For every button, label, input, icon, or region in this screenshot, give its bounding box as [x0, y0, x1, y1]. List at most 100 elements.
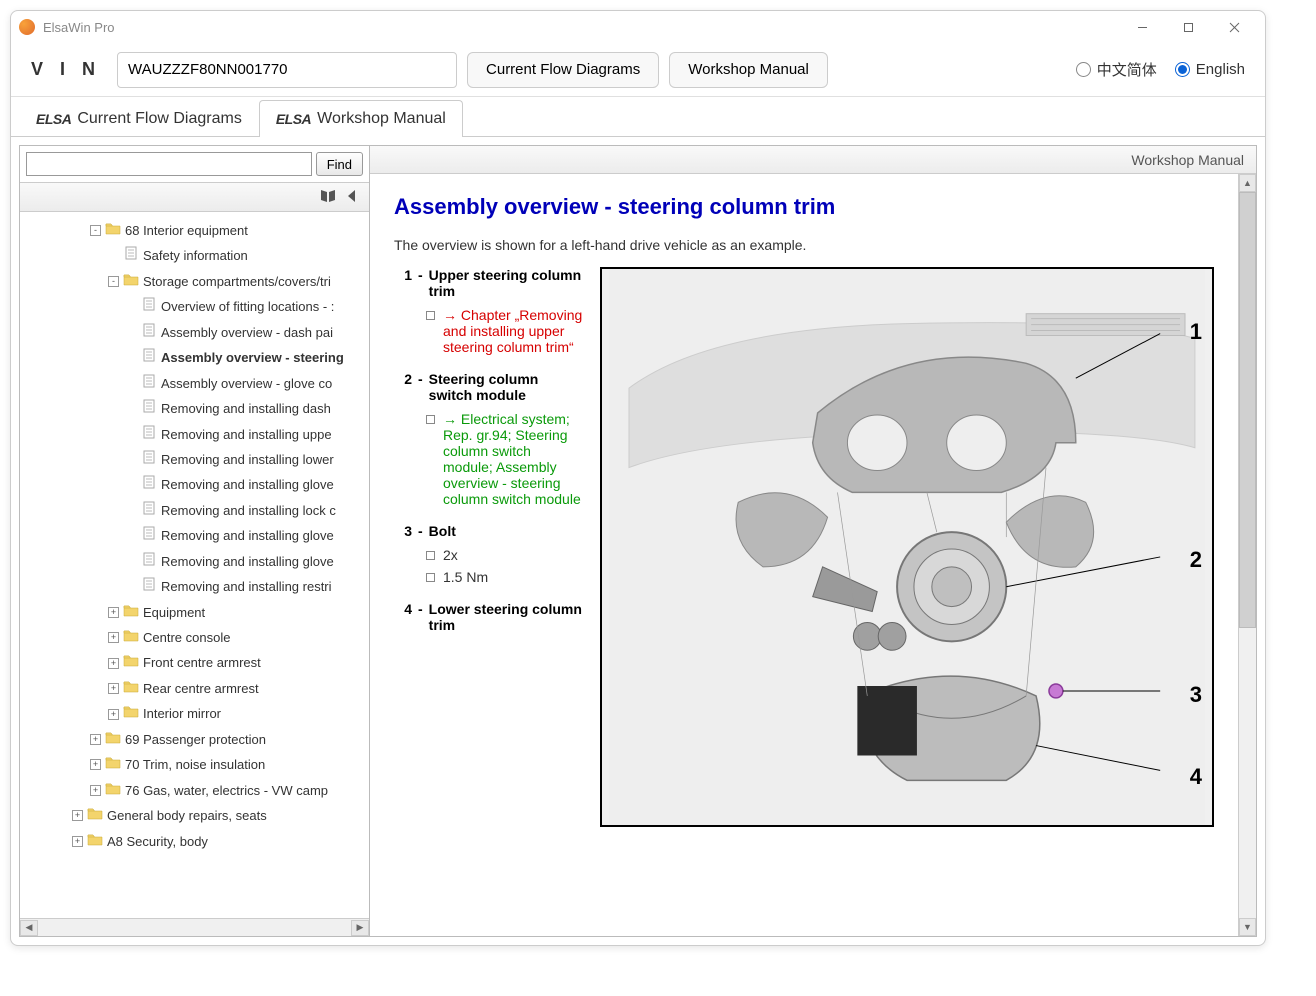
scroll-down-arrow[interactable]: ▼	[1239, 918, 1256, 936]
document-icon	[141, 424, 161, 445]
scroll-right-arrow[interactable]: ▶	[351, 920, 369, 936]
vertical-scrollbar[interactable]: ▲ ▼	[1238, 174, 1256, 936]
tree-label: Equipment	[143, 602, 205, 623]
tree-node[interactable]: Removing and installing glove	[22, 549, 369, 574]
bullet-icon	[426, 415, 435, 424]
item-dash: -	[418, 267, 423, 299]
tree-node[interactable]: Removing and installing lock c	[22, 498, 369, 523]
prev-icon[interactable]	[343, 187, 361, 208]
folder-icon	[123, 627, 143, 648]
vin-input[interactable]	[117, 52, 457, 88]
tree-label: Safety information	[143, 245, 248, 266]
item-dash: -	[418, 523, 423, 539]
folder-icon	[123, 271, 143, 292]
document-icon	[141, 322, 161, 343]
item-sub: → Chapter „Removing and installing upper…	[426, 307, 584, 355]
expand-icon[interactable]: +	[90, 734, 101, 745]
tree-node[interactable]: Removing and installing lower	[22, 447, 369, 472]
tree-node[interactable]: - Storage compartments/covers/tri	[22, 269, 369, 294]
tree-label: 68 Interior equipment	[125, 220, 248, 241]
tab-current-flow-diagrams[interactable]: ELSA Current Flow Diagrams	[19, 100, 259, 137]
tree-label: Removing and installing lower	[161, 449, 334, 470]
tree-label: Removing and installing restri	[161, 576, 332, 597]
tree-node[interactable]: - 68 Interior equipment	[22, 218, 369, 243]
collapse-icon[interactable]: -	[90, 225, 101, 236]
tree-node[interactable]: +69 Passenger protection	[22, 727, 369, 752]
item-title: Upper steering column trim	[429, 267, 584, 299]
search-input[interactable]	[26, 152, 312, 176]
tree-node[interactable]: Removing and installing glove	[22, 523, 369, 548]
expand-icon[interactable]: +	[108, 632, 119, 643]
tree-node[interactable]: + Equipment	[22, 600, 369, 625]
sidebar-icon-row	[20, 182, 369, 212]
content-item: 4-Lower steering column trim	[394, 601, 584, 633]
tree-label: Storage compartments/covers/tri	[143, 271, 331, 292]
expand-icon[interactable]: +	[108, 683, 119, 694]
expand-icon[interactable]: +	[90, 759, 101, 770]
folder-icon	[123, 602, 143, 623]
minimize-button[interactable]	[1119, 11, 1165, 43]
body: Find - 68 Interior equipment Safety inform…	[19, 145, 1257, 937]
tree-node[interactable]: + General body repairs, seats	[22, 803, 369, 828]
tree-node[interactable]: Removing and installing uppe	[22, 422, 369, 447]
lang-option-en[interactable]: English	[1175, 61, 1245, 78]
cross-reference-link[interactable]: → Chapter „Removing and installing upper…	[443, 307, 584, 355]
tab-label: Current Flow Diagrams	[77, 110, 241, 128]
horizontal-scrollbar[interactable]: ◀ ▶	[20, 918, 369, 936]
book-icon[interactable]	[319, 187, 337, 208]
app-icon	[19, 19, 35, 35]
expand-icon[interactable]: +	[72, 810, 83, 821]
vin-label: V I N	[31, 59, 101, 80]
close-button[interactable]	[1211, 11, 1257, 43]
item-dash: -	[418, 371, 423, 403]
tree-label: General body repairs, seats	[107, 805, 267, 826]
item-number: 1	[394, 267, 412, 299]
tree-node[interactable]: Removing and installing dash	[22, 396, 369, 421]
tree-node[interactable]: +Interior mirror	[22, 701, 369, 726]
tree-node[interactable]: Overview of fitting locations - :	[22, 294, 369, 319]
tree-label: 69 Passenger protection	[125, 729, 266, 750]
tree-node[interactable]: Assembly overview - dash pai	[22, 320, 369, 345]
tree-spacer	[126, 556, 137, 567]
item-sub-text: 1.5 Nm	[443, 569, 488, 585]
expand-icon[interactable]: +	[108, 607, 119, 618]
maximize-button[interactable]	[1165, 11, 1211, 43]
lang-option-cn[interactable]: 中文简体	[1076, 59, 1157, 80]
tree-node[interactable]: +70 Trim, noise insulation	[22, 752, 369, 777]
tree-spacer	[126, 429, 137, 440]
tree-node[interactable]: +Centre console	[22, 625, 369, 650]
tree-label: Removing and installing uppe	[161, 424, 332, 445]
collapse-icon[interactable]: -	[108, 276, 119, 287]
expand-icon[interactable]: +	[108, 658, 119, 669]
tree-label: 76 Gas, water, electrics - VW camp	[125, 780, 328, 801]
expand-icon[interactable]: +	[90, 785, 101, 796]
tree-spacer	[126, 454, 137, 465]
current-flow-diagrams-button[interactable]: Current Flow Diagrams	[467, 52, 659, 88]
tree-node[interactable]: Removing and installing glove	[22, 472, 369, 497]
tab-workshop-manual[interactable]: ELSA Workshop Manual	[259, 100, 463, 137]
content-header: Workshop Manual	[370, 146, 1256, 174]
item-sub: 1.5 Nm	[426, 569, 584, 585]
tree-node[interactable]: Safety information	[22, 243, 369, 268]
tree-node[interactable]: +Front centre armrest	[22, 650, 369, 675]
workshop-manual-button[interactable]: Workshop Manual	[669, 52, 828, 88]
find-button[interactable]: Find	[316, 152, 363, 176]
scroll-thumb[interactable]	[1239, 192, 1256, 628]
tree-node[interactable]: +76 Gas, water, electrics - VW camp	[22, 778, 369, 803]
scroll-up-arrow[interactable]: ▲	[1239, 174, 1256, 192]
tab-label: Workshop Manual	[317, 110, 446, 128]
navigation-tree[interactable]: - 68 Interior equipment Safety information…	[20, 212, 369, 918]
folder-icon	[87, 831, 107, 852]
tree-node[interactable]: +Rear centre armrest	[22, 676, 369, 701]
tree-node[interactable]: Assembly overview - glove co	[22, 371, 369, 396]
bullet-icon	[426, 573, 435, 582]
folder-icon	[105, 729, 125, 750]
document-icon	[141, 373, 161, 394]
expand-icon[interactable]: +	[108, 709, 119, 720]
scroll-left-arrow[interactable]: ◀	[20, 920, 38, 936]
tree-node[interactable]: Removing and installing restri	[22, 574, 369, 599]
tree-node[interactable]: +A8 Security, body	[22, 829, 369, 854]
cross-reference-link[interactable]: → Electrical system; Rep. gr.94; Steerin…	[443, 411, 584, 507]
expand-icon[interactable]: +	[72, 836, 83, 847]
tree-node[interactable]: Assembly overview - steering	[22, 345, 369, 370]
